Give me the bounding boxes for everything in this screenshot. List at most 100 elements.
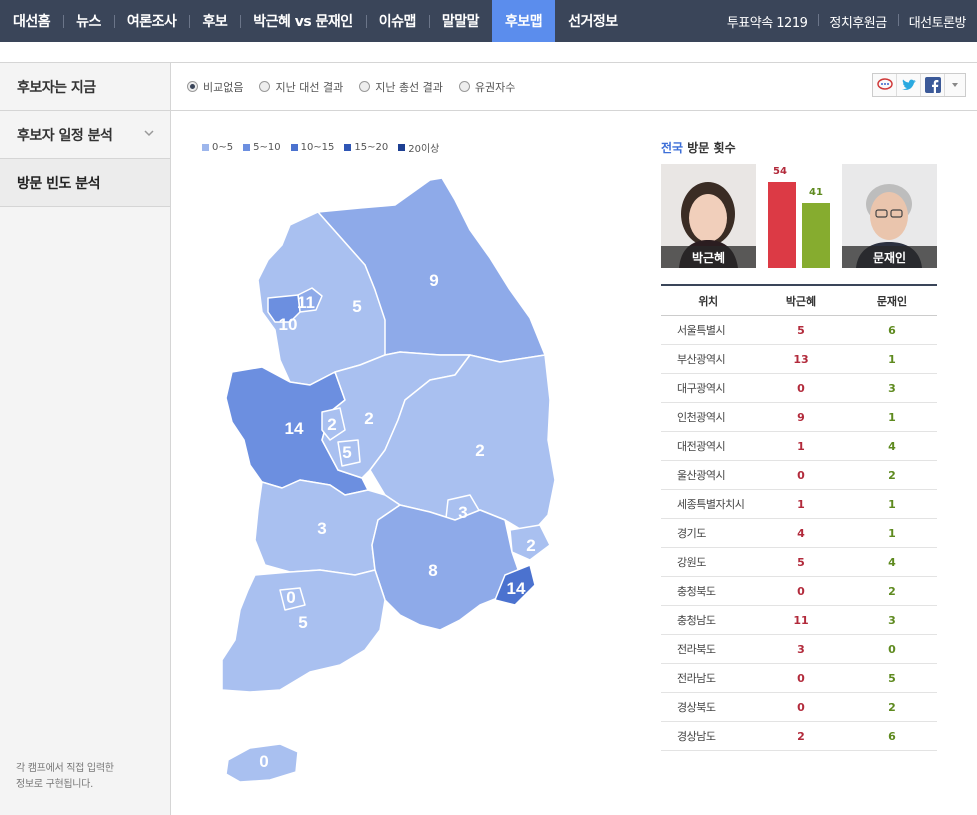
map-label-daejeon: 5 — [342, 443, 351, 462]
facebook-icon — [924, 77, 941, 93]
cell-park-count: 1 — [797, 497, 805, 511]
table-row: 대전광역시 1 4 — [661, 432, 937, 461]
filter-voters-radio[interactable]: 유권자수 — [458, 79, 515, 95]
table-row: 인천광역시 9 1 — [661, 403, 937, 432]
filter-none-radio[interactable]: 비교없음 — [187, 79, 243, 95]
korea-visit-map: 9 11 10 5 14 2 2 5 2 3 3 8 2 14 0 5 0 — [221, 177, 556, 783]
legend-entry: 15~20 — [344, 140, 388, 155]
radio-label: 지난 총선 결과 — [375, 80, 443, 94]
visit-total-bars: 54 41 — [766, 164, 832, 268]
cell-park-count: 9 — [797, 410, 805, 424]
legend-entry: 10~15 — [290, 140, 335, 155]
radio-label: 비교없음 — [203, 80, 244, 94]
twitter-icon — [901, 79, 916, 90]
share-twitter-button[interactable] — [897, 74, 921, 96]
region-gyeongnam[interactable] — [371, 504, 521, 631]
cell-moon-count: 3 — [888, 613, 896, 627]
cell-location: 대전광역시 — [677, 440, 726, 453]
filter-prev-general-radio[interactable]: 지난 총선 결과 — [359, 79, 443, 95]
cell-moon-count: 4 — [888, 439, 896, 453]
legend-entry: 5~10 — [243, 140, 281, 155]
map-label-gyeongbuk: 2 — [475, 441, 484, 460]
bar-value-moon: 41 — [809, 187, 823, 198]
nav-item-news[interactable]: 뉴스 — [63, 0, 114, 42]
cell-moon-count: 1 — [888, 497, 896, 511]
cell-moon-count: 1 — [888, 410, 896, 424]
map-label-seoul: 11 — [297, 293, 315, 312]
bar-moon — [802, 203, 830, 268]
share-more-button[interactable] — [945, 74, 965, 96]
legend-swatch — [398, 144, 406, 151]
table-row: 전라남도 0 5 — [661, 664, 937, 693]
map-label-gwangju: 0 — [286, 588, 295, 607]
sidebar-item-label: 후보자는 지금 — [17, 79, 96, 96]
nav-link-vote-pledge[interactable]: 투표약속 1219 — [716, 12, 819, 31]
radio-dot — [259, 81, 271, 92]
cell-moon-count: 3 — [888, 381, 896, 395]
top-nav-left: 대선홈 뉴스 여론조사 후보 박근혜 vs 문재인 이슈맵 말말말 후보맵 선거… — [0, 0, 631, 42]
nav-item-home[interactable]: 대선홈 — [0, 0, 63, 42]
cell-park-count: 3 — [797, 642, 805, 656]
map-label-chungbuk: 2 — [364, 409, 373, 428]
legend-swatch — [243, 144, 251, 151]
cell-location: 서울특별시 — [677, 324, 726, 337]
nav-link-donation[interactable]: 정치후원금 — [818, 12, 897, 31]
cell-moon-count: 1 — [888, 352, 896, 366]
col-header-location: 위치 — [698, 294, 718, 308]
panel-title-region: 전국 — [661, 141, 684, 155]
table-row: 경상남도 2 6 — [661, 722, 937, 751]
nav-item-candidates[interactable]: 후보 — [189, 0, 240, 42]
nav-item-versus[interactable]: 박근혜 vs 문재인 — [240, 0, 366, 42]
sidebar-note-line: 정보로 구현됩니다. — [16, 779, 93, 790]
cell-location: 전라남도 — [677, 672, 716, 685]
table-row: 서울특별시 5 6 — [661, 316, 937, 345]
map-label-jeonnam: 5 — [298, 613, 307, 632]
candidate-photo-moon: 문재인 — [842, 164, 937, 268]
cell-moon-count: 2 — [888, 584, 896, 598]
nav-item-quotes[interactable]: 말말말 — [428, 0, 492, 42]
table-row: 강원도 5 4 — [661, 548, 937, 577]
cell-park-count: 5 — [797, 323, 805, 337]
table-row: 부산광역시 13 1 — [661, 345, 937, 374]
table-row: 울산광역시 0 2 — [661, 461, 937, 490]
radio-label: 지난 대선 결과 — [275, 80, 344, 94]
sidebar-note-line: 각 캠프에서 직접 입력한 — [16, 763, 114, 774]
sidebar-item-schedule[interactable]: 후보자 일정 분석 — [0, 111, 170, 159]
visit-table: 위치 박근혜 문재인 서울특별시 5 6 부산광역시 13 1 대구광역시 0 3 인천광역시 9 1… — [661, 284, 937, 751]
table-row: 충청북도 0 2 — [661, 577, 937, 606]
cell-moon-count: 2 — [888, 700, 896, 714]
sidebar-item-now[interactable]: 후보자는 지금 — [0, 63, 170, 111]
legend-swatch — [344, 144, 352, 151]
nav-item-candidate-map[interactable]: 후보맵 — [491, 0, 556, 42]
cell-location: 부산광역시 — [677, 353, 726, 366]
sidebar-item-label: 후보자 일정 분석 — [17, 127, 113, 144]
bar-value-park: 54 — [773, 166, 787, 177]
cell-park-count: 2 — [797, 729, 805, 743]
cell-location: 대구광역시 — [677, 382, 726, 395]
share-buttons — [872, 73, 966, 97]
map-label-sejong: 2 — [327, 415, 336, 434]
map-label-jeju: 0 — [259, 752, 268, 771]
nav-item-polls[interactable]: 여론조사 — [113, 0, 190, 42]
sidebar-item-frequency[interactable]: 방문 빈도 분석 — [0, 159, 170, 207]
cell-location: 충청북도 — [677, 585, 716, 598]
legend-entry: 20이상 — [398, 140, 439, 155]
legend-label: 10~15 — [300, 142, 335, 153]
chevron-down-icon — [144, 130, 154, 137]
cell-moon-count: 2 — [888, 468, 896, 482]
table-header: 위치 박근혜 문재인 — [661, 286, 937, 316]
share-me2day-button[interactable] — [873, 74, 897, 96]
table-row: 전라북도 3 0 — [661, 635, 937, 664]
cell-location: 세종특별자치시 — [677, 498, 745, 511]
cell-park-count: 0 — [797, 584, 805, 598]
map-label-busan: 14 — [507, 579, 526, 598]
share-facebook-button[interactable] — [921, 74, 945, 96]
cell-park-count: 1 — [797, 439, 805, 453]
cell-moon-count: 6 — [888, 729, 896, 743]
map-label-gangwon: 9 — [429, 271, 438, 290]
nav-item-election-info[interactable]: 선거정보 — [555, 0, 631, 42]
nav-link-debate-room[interactable]: 대선토론방 — [897, 12, 977, 31]
filter-prev-presidential-radio[interactable]: 지난 대선 결과 — [259, 79, 343, 95]
nav-item-issue-map[interactable]: 이슈맵 — [365, 0, 429, 42]
map-label-daegu: 3 — [458, 503, 467, 522]
